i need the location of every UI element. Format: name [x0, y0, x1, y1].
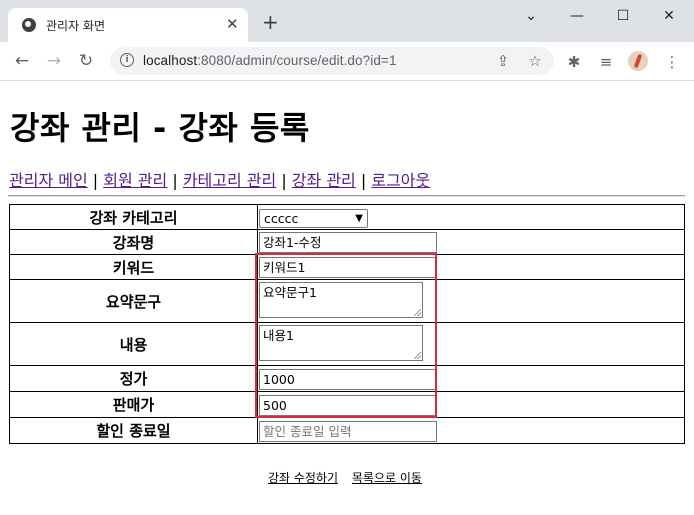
minimize-button[interactable]: —	[554, 4, 600, 28]
nav-logout[interactable]: 로그아웃	[371, 171, 430, 190]
form-row-name: 강좌명 강좌1-수정	[9, 229, 685, 255]
form-row-price: 정가 1000	[9, 365, 685, 392]
browser-tab[interactable]: 관리자 화면 ✕	[8, 8, 248, 42]
sale-end-date-input[interactable]: 할인 종료일 입력	[259, 420, 437, 442]
form-row-summary: 요약문구 요약문구1	[9, 279, 685, 323]
reload-icon[interactable]: ↻	[76, 51, 96, 71]
back-arrow-icon[interactable]: ←	[12, 51, 32, 71]
form-row-contents: 내용 내용1	[9, 322, 685, 366]
resize-grip-icon[interactable]	[414, 309, 421, 316]
page-title: 강좌 관리 - 강좌 등록	[10, 109, 310, 147]
more-menu-icon[interactable]: ⋮	[662, 52, 682, 72]
extensions-icon[interactable]: ✱	[564, 52, 584, 72]
course-name-label: 강좌명	[9, 229, 258, 255]
address-bar[interactable]: i localhost:8080/admin/course/edit.do?id…	[110, 47, 554, 75]
tab-title: 관리자 화면	[46, 19, 106, 33]
page-content: 강좌 관리 - 강좌 등록 관리자 메인 | 회원 관리 | 카테고리 관리 |…	[0, 81, 694, 515]
tab-strip: 관리자 화면 ✕ + ⌄ — ☐ ✕	[0, 0, 694, 42]
sale-end-label: 할인 종료일	[9, 417, 258, 444]
globe-icon	[22, 18, 36, 32]
close-window-button[interactable]: ✕	[646, 4, 692, 28]
sale-price-input[interactable]: 500	[259, 394, 437, 416]
nav-member-management[interactable]: 회원 관리	[103, 171, 167, 190]
form-actions: 강좌 수정하기 목록으로 이동	[268, 469, 432, 486]
tab-search-icon[interactable]: ⌄	[508, 4, 554, 28]
price-label: 정가	[9, 365, 258, 392]
price-input[interactable]: 1000	[259, 368, 437, 390]
course-name-input[interactable]: 강좌1-수정	[259, 232, 437, 253]
media-queue-icon[interactable]: ≡	[596, 52, 616, 72]
new-tab-button[interactable]: +	[262, 12, 279, 32]
contents-textarea[interactable]: 내용1	[259, 325, 423, 361]
back-to-list-link[interactable]: 목록으로 이동	[352, 471, 422, 485]
form-row-category: 강좌 카테고리 ccccc ▼	[9, 204, 685, 230]
divider	[8, 195, 685, 197]
summary-textarea[interactable]: 요약문구1	[259, 282, 423, 318]
info-icon[interactable]: i	[120, 53, 134, 67]
chevron-down-icon: ▼	[355, 212, 363, 224]
submit-edit-link[interactable]: 강좌 수정하기	[268, 471, 338, 485]
category-label: 강좌 카테고리	[9, 204, 258, 230]
form-row-keyword: 키워드 키워드1	[9, 254, 685, 280]
keyword-label: 키워드	[9, 254, 258, 280]
bookmark-star-icon[interactable]: ☆	[526, 52, 544, 70]
contents-label: 내용	[9, 322, 258, 366]
nav-admin-main[interactable]: 관리자 메인	[9, 171, 88, 190]
form-row-sale-price: 판매가 500	[9, 391, 685, 418]
close-tab-icon[interactable]: ✕	[226, 15, 239, 33]
resize-grip-icon[interactable]	[414, 352, 421, 359]
course-form-table: 강좌 카테고리 ccccc ▼ 강좌명 강좌1-수정 키워드 키워드1 요약문구	[9, 204, 685, 444]
nav-course-management[interactable]: 강좌 관리	[292, 171, 356, 190]
form-row-sale-end: 할인 종료일 할인 종료일 입력	[9, 417, 685, 444]
profile-avatar[interactable]	[628, 51, 648, 71]
maximize-button[interactable]: ☐	[600, 4, 646, 28]
browser-toolbar: ← → ↻ i localhost:8080/admin/course/edit…	[0, 42, 694, 81]
url-text: localhost:8080/admin/course/edit.do?id=1	[143, 53, 397, 68]
sale-price-label: 판매가	[9, 391, 258, 418]
share-icon[interactable]: ⇪	[494, 52, 512, 70]
forward-arrow-icon[interactable]: →	[44, 51, 64, 71]
nav-category-management[interactable]: 카테고리 관리	[183, 171, 276, 190]
category-select[interactable]: ccccc ▼	[259, 208, 368, 228]
keyword-input[interactable]: 키워드1	[259, 257, 437, 278]
summary-label: 요약문구	[9, 279, 258, 323]
admin-nav: 관리자 메인 | 회원 관리 | 카테고리 관리 | 강좌 관리 | 로그아웃	[9, 171, 431, 190]
